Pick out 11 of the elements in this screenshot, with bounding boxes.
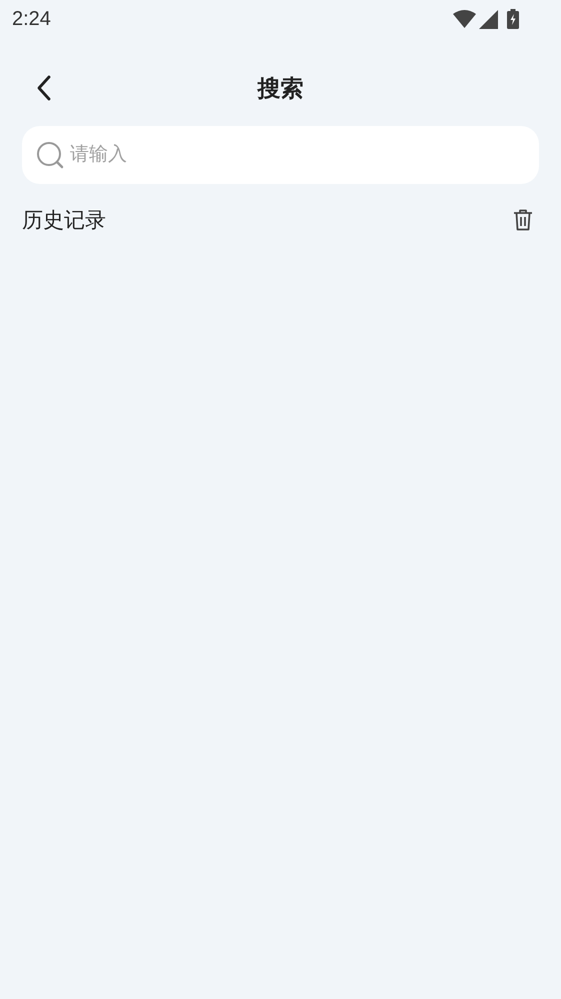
- delete-button[interactable]: [513, 209, 533, 231]
- search-field[interactable]: 请输入: [22, 126, 539, 184]
- trash-icon: [513, 209, 533, 231]
- wifi-icon: [453, 10, 476, 28]
- signal-icon: [479, 10, 498, 28]
- status-time: 2:24: [12, 8, 51, 30]
- page-title: 搜索: [258, 74, 304, 102]
- battery-icon: [507, 9, 519, 29]
- back-icon: [36, 75, 52, 101]
- search-icon: [36, 141, 64, 169]
- history-title: 历史记录: [22, 208, 106, 234]
